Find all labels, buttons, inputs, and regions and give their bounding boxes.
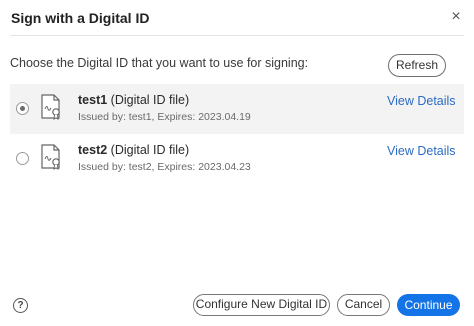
radio-test1[interactable] [16,102,29,115]
view-details-link-test1[interactable]: View Details [387,94,456,108]
continue-button[interactable]: Continue [397,294,460,316]
help-icon[interactable]: ? [13,298,28,313]
header-divider [10,35,464,36]
digital-id-row-test1[interactable]: test1 (Digital ID file) Issued by: test1… [10,84,464,134]
choose-id-prompt: Choose the Digital ID that you want to u… [10,56,309,70]
digital-id-issued: Issued by: test1, Expires: 2023.04.19 [78,111,251,123]
certificate-icon [41,94,60,120]
configure-new-digital-id-button[interactable]: Configure New Digital ID [193,294,330,316]
digital-id-name: test2 (Digital ID file) [78,143,190,157]
close-icon[interactable]: × [448,9,464,25]
view-details-link-test2[interactable]: View Details [387,144,456,158]
refresh-button[interactable]: Refresh [388,54,446,77]
dialog-header: Sign with a Digital ID × [0,0,474,36]
digital-id-name: test1 (Digital ID file) [78,93,190,107]
digital-id-issued: Issued by: test2, Expires: 2023.04.23 [78,161,251,173]
sign-digital-id-dialog: Sign with a Digital ID × Choose the Digi… [0,0,474,326]
dialog-title: Sign with a Digital ID [11,10,150,26]
certificate-icon [41,144,60,170]
digital-id-row-test2[interactable]: test2 (Digital ID file) Issued by: test2… [10,134,464,184]
cancel-button[interactable]: Cancel [337,294,390,316]
radio-test2[interactable] [16,152,29,165]
